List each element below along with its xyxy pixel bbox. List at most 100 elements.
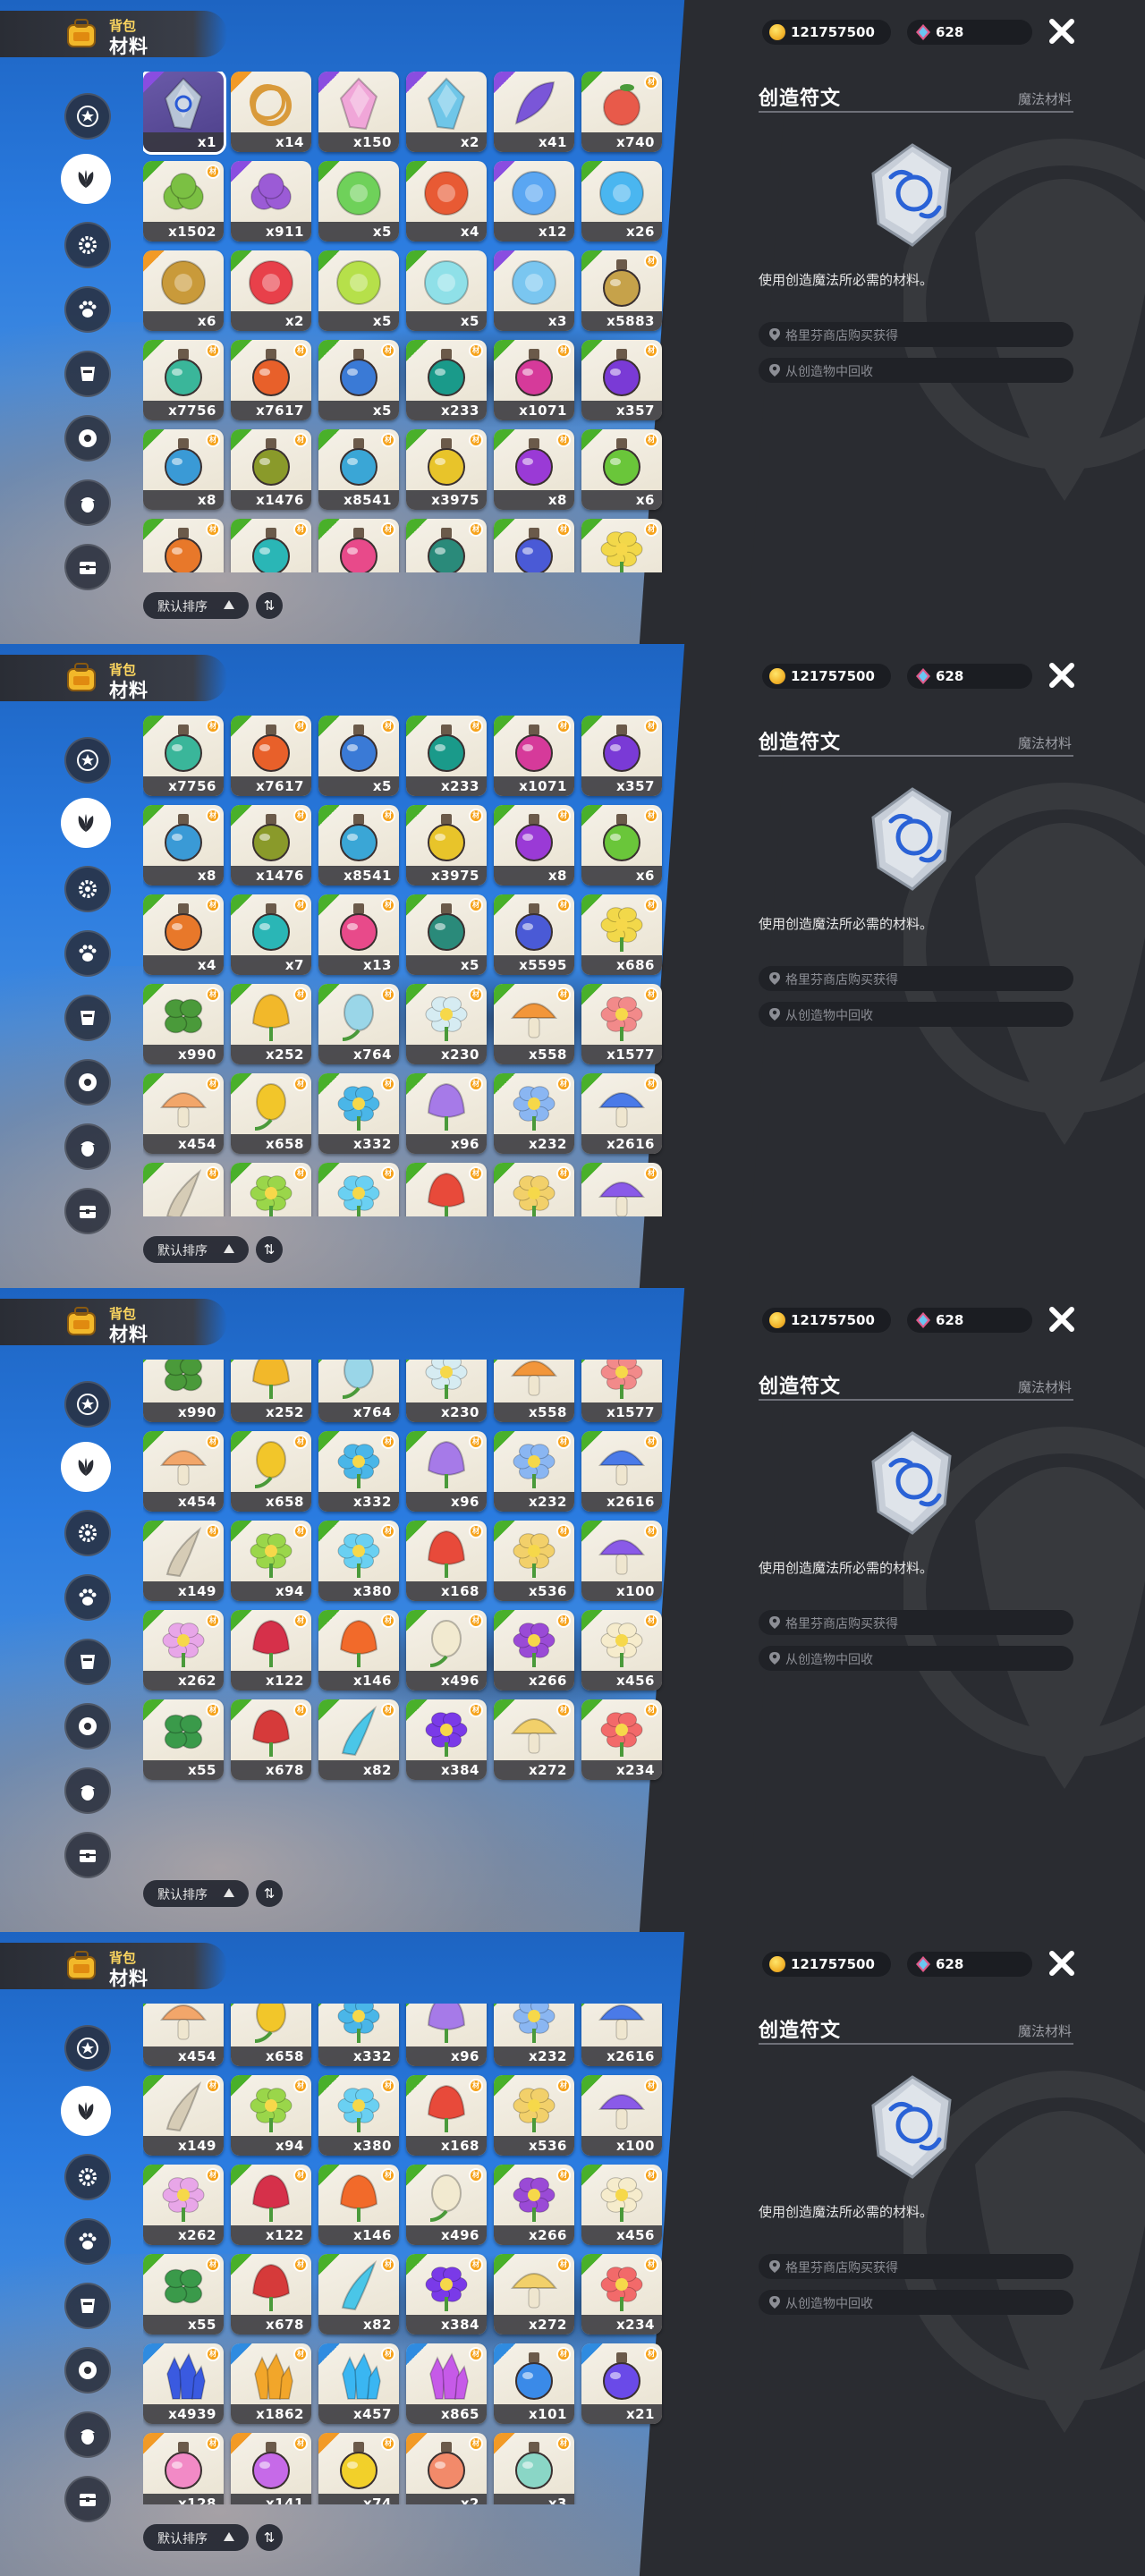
item-slot[interactable]: x150 xyxy=(318,72,399,152)
item-slot[interactable]: 材 x1862 xyxy=(231,2343,311,2424)
item-slot[interactable]: 材x4 xyxy=(143,894,224,975)
item-slot[interactable]: 材x149 xyxy=(143,1163,224,1216)
category-tab-star[interactable] xyxy=(64,737,111,784)
category-tab-chest[interactable] xyxy=(64,2476,111,2522)
item-slot[interactable]: 材 x6 xyxy=(581,805,662,886)
item-slot[interactable]: x41 xyxy=(494,72,574,152)
item-slot[interactable]: 材x558 xyxy=(494,1360,574,1422)
item-slot[interactable]: 材x454 xyxy=(143,1073,224,1154)
item-slot[interactable]: x6 xyxy=(143,250,224,331)
category-tab-chest[interactable] xyxy=(64,1832,111,1878)
item-slot[interactable]: 材x380 xyxy=(318,1521,399,1601)
category-tab-acorn[interactable] xyxy=(64,1123,111,1170)
item-slot[interactable]: 材x454 xyxy=(143,1431,224,1512)
close-button[interactable] xyxy=(1047,1304,1077,1335)
category-tab-ball[interactable] xyxy=(64,415,111,462)
item-slot[interactable]: x2 xyxy=(231,250,311,331)
item-slot[interactable]: 材 x678 xyxy=(231,1699,311,1780)
category-tab-cup[interactable] xyxy=(64,995,111,1041)
item-slot[interactable]: 材x149 xyxy=(143,2075,224,2156)
category-tab-gear[interactable] xyxy=(64,866,111,912)
item-slot[interactable]: 材 x7756 xyxy=(143,716,224,796)
item-slot[interactable]: 材x7 xyxy=(231,519,311,572)
item-slot[interactable]: x3 xyxy=(494,250,574,331)
category-tab-gear[interactable] xyxy=(64,2154,111,2200)
item-slot[interactable]: 材 x262 xyxy=(143,2165,224,2245)
item-slot[interactable]: 材x94 xyxy=(231,2075,311,2156)
category-tab-ball[interactable] xyxy=(64,1703,111,1750)
category-tab-cup[interactable] xyxy=(64,1639,111,1685)
item-slot[interactable]: 材x332 xyxy=(318,1073,399,1154)
item-slot[interactable]: 材 x266 xyxy=(494,2165,574,2245)
item-slot[interactable]: 材 x1476 xyxy=(231,429,311,510)
item-slot[interactable]: x1 xyxy=(143,72,226,155)
category-tab-leaf[interactable] xyxy=(61,2086,111,2136)
category-tab-chest[interactable] xyxy=(64,544,111,590)
item-slot[interactable]: 材 x496 xyxy=(406,2165,487,2245)
item-slot[interactable]: 材x5 xyxy=(406,894,487,975)
item-slot[interactable]: 材x658 xyxy=(231,1073,311,1154)
item-slot[interactable]: 材 x457 xyxy=(318,2343,399,2424)
item-slot[interactable]: 材 x272 xyxy=(494,1699,574,1780)
item-slot[interactable]: 材x536 xyxy=(494,1163,574,1216)
item-slot[interactable]: 材 x234 xyxy=(581,1699,662,1780)
item-slot[interactable]: 材 x233 xyxy=(406,340,487,420)
item-slot[interactable]: 材x686 xyxy=(581,519,662,572)
item-slot[interactable]: 材x764 xyxy=(318,984,399,1064)
item-slot[interactable]: 材 x7617 xyxy=(231,340,311,420)
item-slot[interactable]: 材 x8541 xyxy=(318,429,399,510)
item-slot[interactable]: x911 xyxy=(231,161,311,242)
item-slot[interactable]: 材 x1071 xyxy=(494,716,574,796)
sort-order-toggle[interactable]: ⇅ xyxy=(256,1236,283,1263)
category-tab-cup[interactable] xyxy=(64,351,111,397)
item-slot[interactable]: 材x658 xyxy=(231,1431,311,1512)
category-tab-leaf[interactable] xyxy=(61,154,111,204)
item-slot[interactable]: 材 x82 xyxy=(318,2254,399,2334)
category-tab-gear[interactable] xyxy=(64,222,111,268)
category-tab-star[interactable] xyxy=(64,1381,111,1428)
item-slot[interactable]: 材x230 xyxy=(406,984,487,1064)
item-slot[interactable]: 材x536 xyxy=(494,2075,574,2156)
category-tab-acorn[interactable] xyxy=(64,2411,111,2458)
sort-dropdown[interactable]: 默认排序 xyxy=(143,592,249,619)
item-slot[interactable]: 材x100 xyxy=(581,2075,662,2156)
item-slot[interactable]: 材x94 xyxy=(231,1163,311,1216)
item-slot[interactable]: 材x2616 xyxy=(581,1431,662,1512)
category-tab-chest[interactable] xyxy=(64,1188,111,1234)
item-slot[interactable]: 材 x6 xyxy=(581,429,662,510)
item-slot[interactable]: x5 xyxy=(318,250,399,331)
item-slot[interactable]: 材x96 xyxy=(406,2004,487,2066)
category-tab-gear[interactable] xyxy=(64,1510,111,1556)
category-tab-leaf[interactable] xyxy=(61,1442,111,1492)
item-slot[interactable]: 材 x3975 xyxy=(406,805,487,886)
item-slot[interactable]: 材x100 xyxy=(581,1163,662,1216)
category-tab-ball[interactable] xyxy=(64,2347,111,2394)
item-slot[interactable]: 材x232 xyxy=(494,1073,574,1154)
item-slot[interactable]: 材 x5883 xyxy=(581,250,662,331)
category-tab-acorn[interactable] xyxy=(64,479,111,526)
item-slot[interactable]: 材x1577 xyxy=(581,1360,662,1422)
item-slot[interactable]: 材 x82 xyxy=(318,1699,399,1780)
close-button[interactable] xyxy=(1047,660,1077,691)
item-slot[interactable]: 材x96 xyxy=(406,1431,487,1512)
item-slot[interactable]: 材x5 xyxy=(406,519,487,572)
item-slot[interactable]: 材x686 xyxy=(581,894,662,975)
item-slot[interactable]: 材 x7617 xyxy=(231,716,311,796)
item-slot[interactable]: 材 x384 xyxy=(406,2254,487,2334)
item-slot[interactable]: 材 x55 xyxy=(143,1699,224,1780)
item-slot[interactable]: 材x2616 xyxy=(581,2004,662,2066)
item-slot[interactable]: 材x5595 xyxy=(494,519,574,572)
category-tab-leaf[interactable] xyxy=(61,798,111,848)
item-slot[interactable]: 材x536 xyxy=(494,1521,574,1601)
item-slot[interactable]: 材x94 xyxy=(231,1521,311,1601)
close-button[interactable] xyxy=(1047,1948,1077,1979)
item-slot[interactable]: 材 x678 xyxy=(231,2254,311,2334)
category-tab-paw[interactable] xyxy=(64,1574,111,1621)
category-tab-cup[interactable] xyxy=(64,2283,111,2329)
item-slot[interactable]: 材x332 xyxy=(318,2004,399,2066)
item-slot[interactable]: 材x380 xyxy=(318,2075,399,2156)
item-slot[interactable]: x26 xyxy=(581,161,662,242)
item-slot[interactable]: 材 x55 xyxy=(143,2254,224,2334)
item-slot[interactable]: 材 x262 xyxy=(143,1610,224,1690)
item-slot[interactable]: 材 x496 xyxy=(406,1610,487,1690)
